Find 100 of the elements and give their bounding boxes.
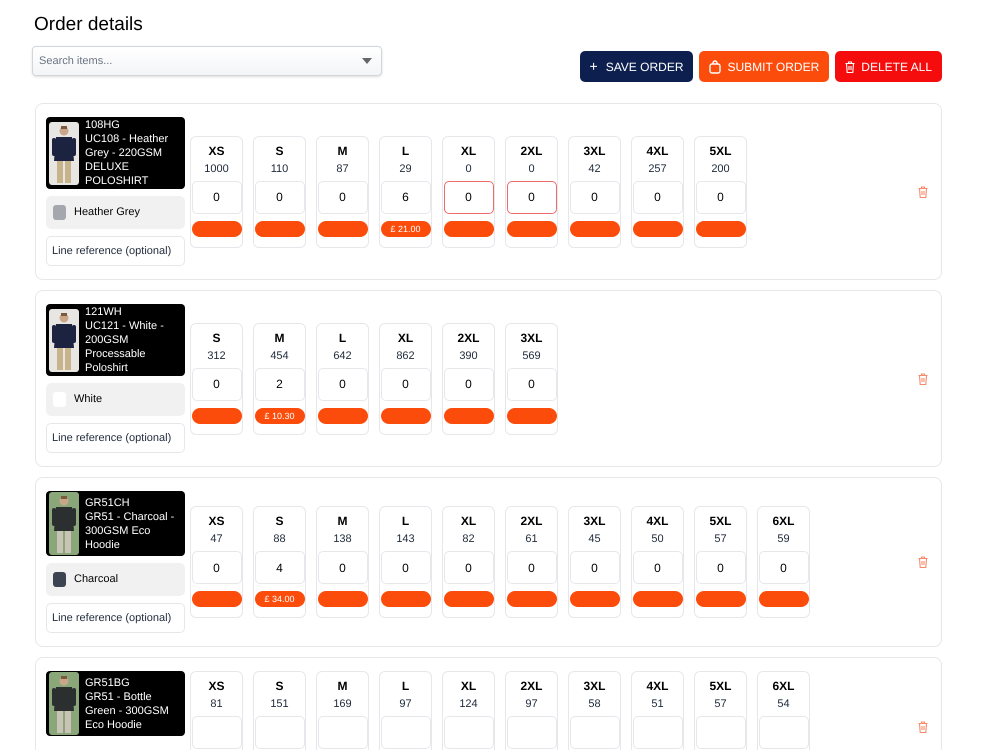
quantity-field[interactable]: 0 (380, 551, 430, 584)
stock-count: 57 (714, 532, 727, 546)
quantity-field[interactable] (254, 716, 304, 749)
price-pill (380, 591, 430, 607)
quantity-field[interactable]: 0 (444, 368, 494, 400)
price-pill (696, 591, 746, 607)
stock-count: 0 (465, 162, 472, 176)
trash-icon[interactable] (918, 186, 928, 198)
colour-selector[interactable]: Heather Grey (46, 196, 185, 229)
price-pill (506, 408, 556, 424)
stock-count: 257 (648, 162, 667, 176)
quantity-field[interactable]: 0 (254, 180, 304, 214)
size-label: XS (208, 513, 224, 529)
price-pill: £ 10.30 (254, 408, 304, 424)
stock-count: 642 (333, 348, 352, 362)
size-label: XS (208, 142, 224, 158)
quantity-field[interactable]: 4 (254, 551, 304, 584)
colour-selector[interactable]: Charcoal (46, 563, 185, 596)
line-reference-field[interactable]: Line reference (optional) (46, 236, 185, 266)
price-pill (192, 220, 242, 236)
quantity-field[interactable]: 2 (254, 368, 304, 400)
quantity-field[interactable]: 0 (318, 551, 368, 584)
price-pill (444, 408, 494, 424)
quantity-field[interactable]: 0 (192, 368, 242, 400)
price-pill: £ 21.00 (380, 220, 430, 236)
size-label: S (275, 678, 284, 694)
size-label: M (338, 678, 348, 694)
quantity-field[interactable] (192, 716, 242, 749)
stock-count: 97 (525, 697, 538, 711)
size-label: 2XL (520, 142, 542, 158)
stock-count: 61 (525, 532, 538, 546)
save-button[interactable]: + SAVE ORDER (580, 51, 694, 82)
size-label: L (338, 330, 346, 346)
price-pill (570, 220, 620, 236)
product-tile[interactable]: GR51BG GR51 - Bottle Green - 300GSM Eco Hoodie (46, 671, 185, 736)
price-pill (318, 408, 368, 424)
quantity-field[interactable] (632, 716, 682, 749)
quantity-field[interactable]: 0 (696, 180, 746, 214)
product-tile[interactable]: 121WH UC121 - White - 200GSM Processable Poloshirt (46, 304, 185, 376)
stock-count: 51 (651, 697, 664, 711)
quantity-field[interactable]: 0 (318, 180, 368, 214)
stock-count: 59 (777, 532, 790, 546)
quantity-field[interactable]: 6 (380, 180, 430, 214)
quantity-field[interactable] (570, 716, 620, 749)
size-label: 6XL (772, 513, 794, 529)
quantity-field[interactable]: 0 (192, 551, 242, 584)
size-label: 5XL (709, 678, 732, 694)
caret-icon (362, 58, 372, 64)
quantity-field[interactable]: 0 (506, 551, 556, 584)
colour-selector[interactable]: White (46, 383, 185, 416)
stock-count: 87 (336, 162, 349, 176)
quantity-field[interactable] (318, 716, 368, 749)
quantity-field[interactable]: 0 (318, 368, 368, 400)
line-reference-field[interactable]: Line reference (optional) (46, 423, 185, 453)
quantity-field[interactable]: 0 (758, 551, 808, 584)
quantity-field[interactable]: 0 (632, 551, 682, 584)
size-label: 2XL (520, 678, 542, 694)
product-tile[interactable]: GR51CH GR51 - Charcoal - 300GSM Eco Hoodie (46, 491, 185, 556)
quantity-field[interactable]: 0 (696, 551, 746, 584)
stock-count: 50 (651, 532, 664, 546)
line-reference-field[interactable]: Line reference (optional) (46, 603, 185, 633)
stock-count: 200 (711, 162, 730, 176)
quantity-field[interactable]: 0 (506, 180, 556, 214)
size-label: 3XL (583, 678, 606, 694)
trash-icon[interactable] (918, 721, 928, 733)
stock-count: 45 (588, 532, 601, 546)
trash-icon[interactable] (918, 556, 928, 568)
delete-button[interactable]: DELETE ALL (835, 51, 942, 82)
size-label: S (212, 330, 220, 346)
stock-count: 143 (396, 532, 415, 546)
quantity-field[interactable] (444, 716, 494, 749)
quantity-field[interactable]: 0 (380, 368, 430, 400)
quantity-field[interactable] (696, 716, 746, 749)
size-label: XL (460, 678, 476, 694)
quantity-field[interactable]: 0 (192, 180, 242, 214)
price-pill (444, 220, 494, 236)
quantity-field[interactable]: 0 (506, 368, 556, 400)
price-pill (192, 408, 242, 424)
product-tile[interactable]: 108HG UC108 - Heather Grey - 220GSM DELUXE POLOSHIRT (46, 117, 185, 189)
quantity-field[interactable] (506, 716, 556, 749)
search-dropdown[interactable]: Search items... (32, 46, 382, 76)
quantity-field[interactable]: 0 (570, 551, 620, 584)
trash-icon-small (845, 60, 856, 72)
quantity-field[interactable] (758, 716, 808, 749)
trash-icon[interactable] (918, 372, 928, 384)
stock-count: 124 (459, 697, 478, 711)
product-name: UC121 - White - 200GSM Processable Poloshirt (85, 319, 165, 375)
stock-count: 390 (459, 348, 478, 362)
price-pill (632, 220, 682, 236)
quantity-field[interactable]: 0 (570, 180, 620, 214)
size-label: S (275, 513, 284, 529)
size-label: 5XL (709, 142, 732, 158)
size-label: L (402, 678, 410, 694)
quantity-field[interactable] (380, 716, 430, 749)
quantity-field[interactable]: 0 (444, 180, 494, 214)
stock-count: 1000 (204, 162, 229, 176)
size-label: L (402, 513, 410, 529)
quantity-field[interactable]: 0 (632, 180, 682, 214)
quantity-field[interactable]: 0 (444, 551, 494, 584)
size-label: 4XL (646, 678, 668, 694)
